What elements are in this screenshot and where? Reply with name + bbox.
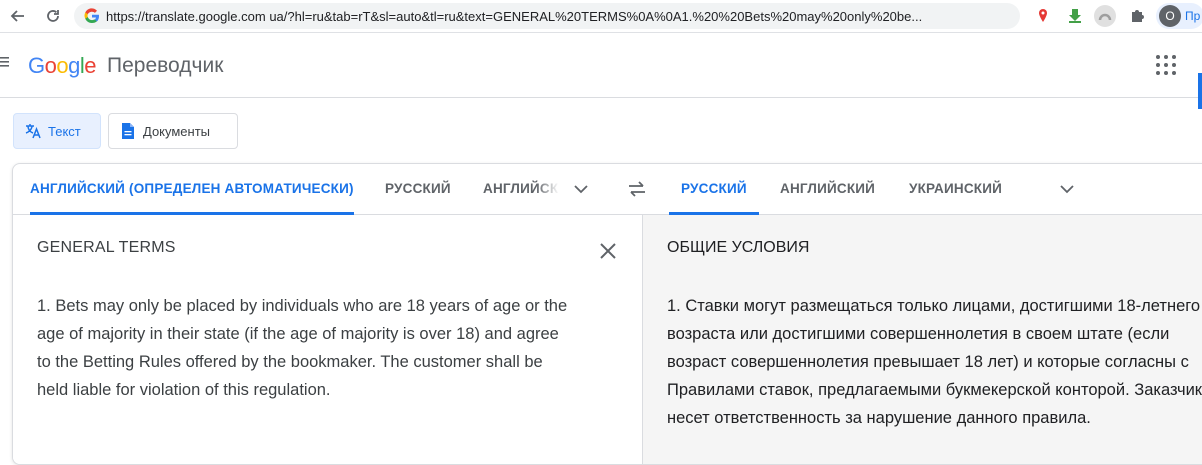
hamburger-menu-icon[interactable] xyxy=(0,55,12,69)
avatar: О xyxy=(1159,5,1181,27)
google-logo[interactable]: Google xyxy=(28,53,97,79)
apps-grid-icon[interactable] xyxy=(1156,55,1176,75)
download-extension-icon[interactable] xyxy=(1064,5,1086,27)
source-text-pane[interactable]: GENERAL TERMS 1. Bets may only be placed… xyxy=(13,215,641,464)
documents-mode-label: Документы xyxy=(143,123,211,139)
tab-target-english[interactable]: АНГЛИЙСКИЙ xyxy=(780,164,875,214)
tab-source-russian[interactable]: РУССКИЙ xyxy=(385,164,451,214)
source-more-languages-chevron-down-icon[interactable] xyxy=(573,181,589,197)
reload-icon[interactable] xyxy=(41,4,65,28)
address-bar[interactable]: https://translate.google.com ua/?hl=ru&t… xyxy=(74,3,1020,29)
profile-label: Пр xyxy=(1185,9,1201,23)
location-pin-extension-icon[interactable] xyxy=(1032,5,1054,27)
google-g-icon xyxy=(84,8,99,24)
source-title: GENERAL TERMS xyxy=(37,239,176,256)
translation-result-pane: ОБЩИЕ УСЛОВИЯ 1. Ставки могут размещатьс… xyxy=(642,215,1202,464)
translate-icon xyxy=(25,124,41,139)
tab-source-english[interactable]: АНГЛИЙСКИЙ xyxy=(483,164,559,214)
documents-mode-button[interactable]: Документы xyxy=(108,113,238,149)
translated-title: ОБЩИЕ УСЛОВИЯ xyxy=(667,239,810,256)
product-name: Переводчик xyxy=(107,54,224,77)
url-text: https://translate.google.com ua/?hl=ru&t… xyxy=(106,9,923,24)
browser-toolbar: https://translate.google.com ua/?hl=ru&t… xyxy=(0,0,1202,33)
logo-letter: o xyxy=(56,53,69,78)
translated-body-text: 1. Ставки могут размещаться только лицам… xyxy=(667,297,1202,427)
logo-letter: o xyxy=(44,53,57,78)
text-mode-label: Текст xyxy=(48,123,81,139)
logo-letter: g xyxy=(68,53,80,78)
account-edge[interactable] xyxy=(1198,73,1202,109)
tab-target-russian[interactable]: РУССКИЙ xyxy=(669,164,759,215)
profile-button[interactable]: О Пр xyxy=(1156,3,1202,29)
back-arrow-icon[interactable] xyxy=(6,4,30,28)
clear-text-close-icon[interactable] xyxy=(597,240,619,262)
target-more-languages-chevron-down-icon[interactable] xyxy=(1059,181,1075,197)
puzzle-extensions-icon[interactable] xyxy=(1126,5,1148,27)
translation-card: АНГЛИЙСКИЙ (ОПРЕДЕЛЕН АВТОМАТИЧЕСКИ) РУС… xyxy=(12,163,1202,465)
logo-letter: G xyxy=(28,53,45,78)
document-icon xyxy=(122,123,134,139)
text-mode-button[interactable]: Текст xyxy=(13,113,101,149)
swap-languages-icon[interactable] xyxy=(625,177,649,201)
language-tab-bar: АНГЛИЙСКИЙ (ОПРЕДЕЛЕН АВТОМАТИЧЕСКИ) РУС… xyxy=(13,164,1202,215)
source-body-text: 1. Bets may only be placed by individual… xyxy=(37,297,568,399)
logo-letter: e xyxy=(84,53,97,78)
app-header: Google Переводчик xyxy=(0,33,1202,109)
vpn-extension-icon[interactable] xyxy=(1094,5,1116,27)
tab-source-detected[interactable]: АНГЛИЙСКИЙ (ОПРЕДЕЛЕН АВТОМАТИЧЕСКИ) xyxy=(30,164,354,215)
tab-target-ukrainian[interactable]: УКРАИНСКИЙ xyxy=(909,164,1002,214)
